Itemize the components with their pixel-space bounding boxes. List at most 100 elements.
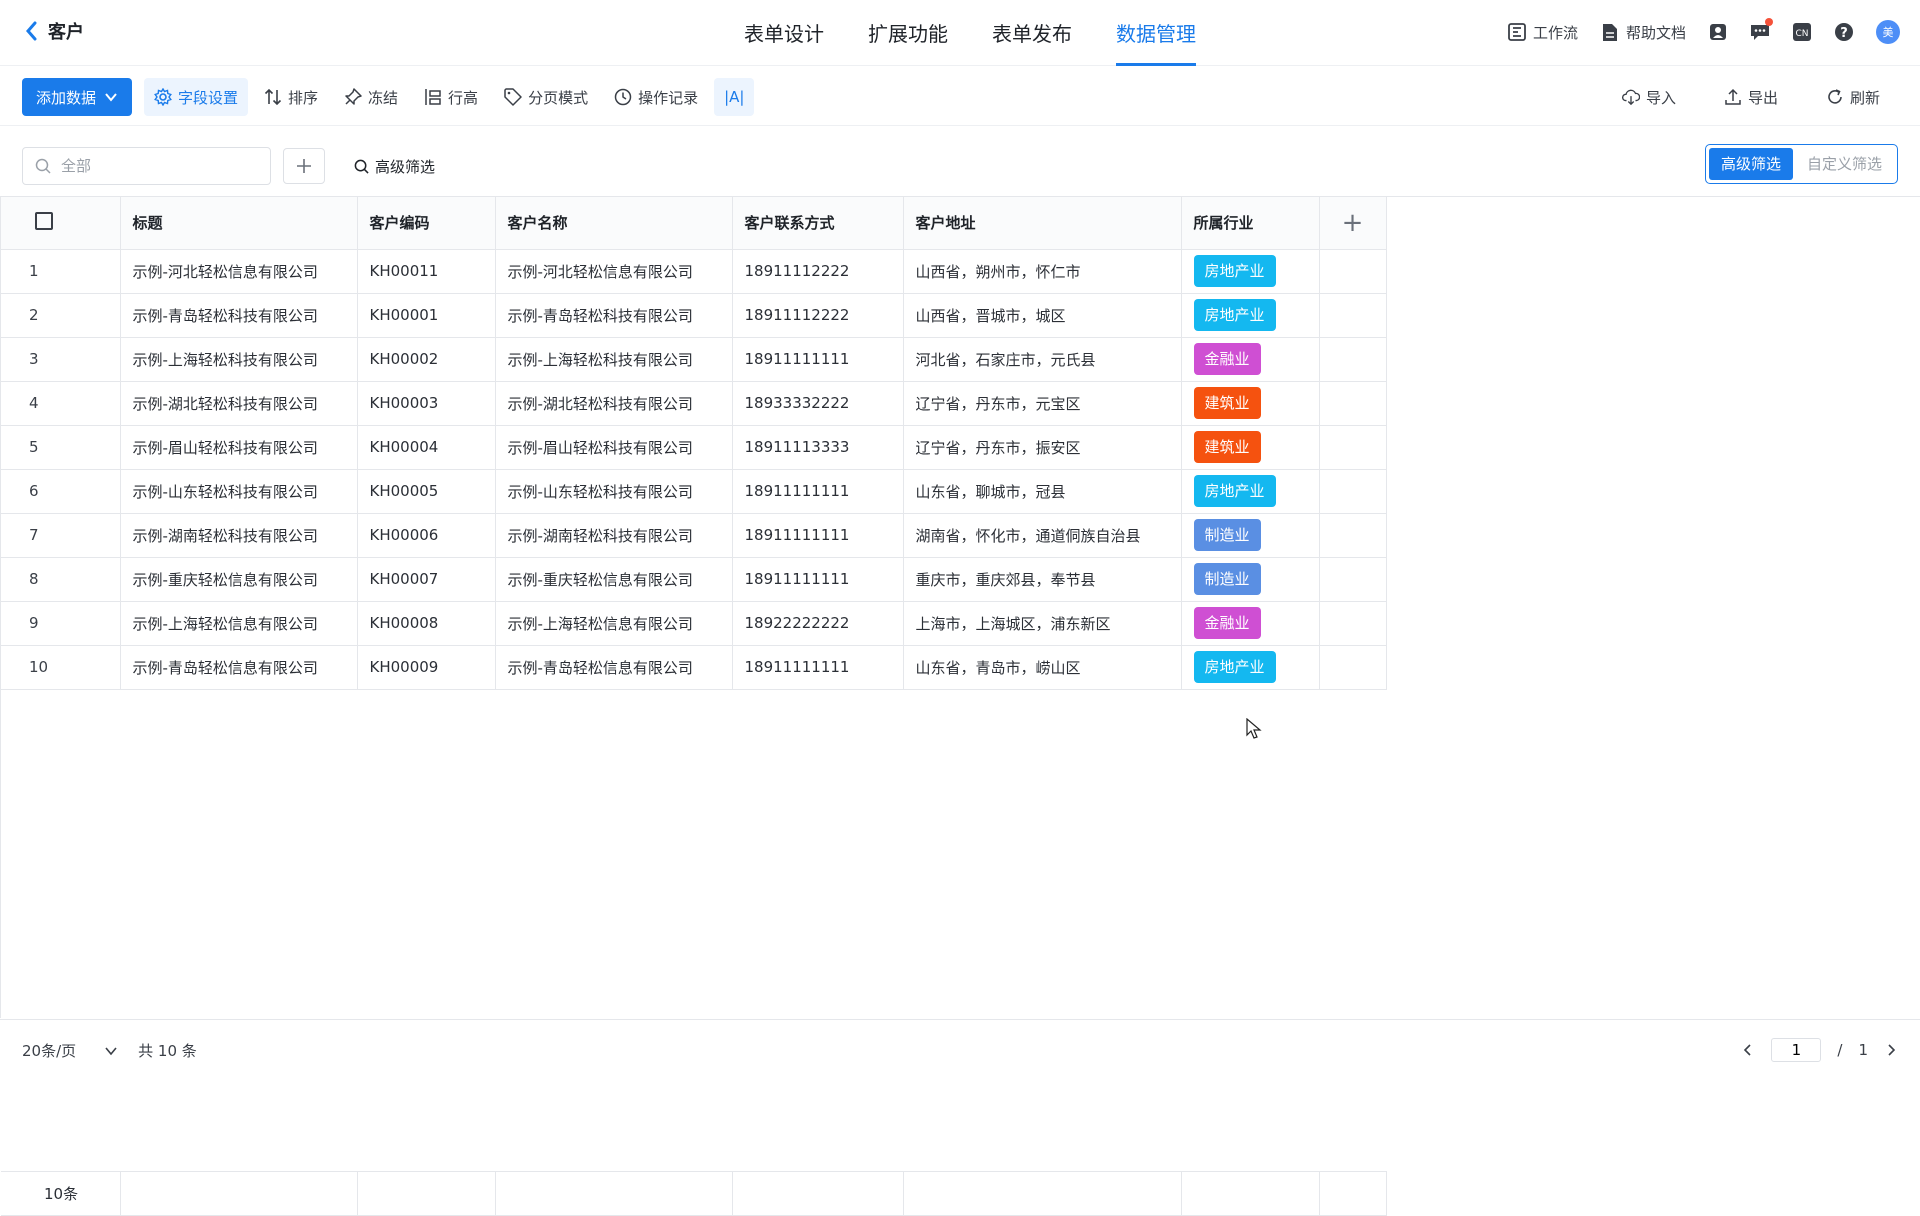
table-row[interactable]: 3 示例-上海轻松科技有限公司 KH00002 示例-上海轻松科技有限公司 189111… [1, 337, 1387, 382]
cell-title[interactable]: 示例-眉山轻松科技有限公司 [120, 425, 358, 470]
prev-page-icon[interactable] [1741, 1043, 1755, 1057]
cell-addr[interactable]: 辽宁省，丹东市，元宝区 [903, 381, 1182, 426]
import-button[interactable]: 导入 [1612, 78, 1686, 116]
table-row[interactable]: 8 示例-重庆轻松信息有限公司 KH00007 示例-重庆轻松信息有限公司 189111… [1, 557, 1387, 602]
cell-industry[interactable]: 房地产业 [1181, 469, 1320, 514]
cell-code[interactable]: KH00011 [357, 249, 496, 294]
add-data-button[interactable]: 添加数据 [22, 78, 133, 116]
add-column-button[interactable]: + [1319, 197, 1387, 250]
cell-name[interactable]: 示例-上海轻松信息有限公司 [495, 601, 733, 646]
cell-code[interactable]: KH00001 [357, 293, 496, 338]
table-row[interactable]: 6 示例-山东轻松科技有限公司 KH00005 示例-山东轻松科技有限公司 189111… [1, 469, 1387, 514]
cell-title[interactable]: 示例-上海轻松信息有限公司 [120, 601, 358, 646]
cell-addr[interactable]: 重庆市，重庆郊县，奉节县 [903, 557, 1182, 602]
back-button[interactable]: 客户 [24, 18, 84, 44]
cell-phone[interactable]: 18911112222 [732, 293, 904, 338]
cell-title[interactable]: 示例-湖南轻松科技有限公司 [120, 513, 358, 558]
column-header-address[interactable]: 客户地址 [903, 197, 1182, 250]
search-input[interactable] [61, 157, 241, 175]
table-row[interactable]: 10 示例-青岛轻松信息有限公司 KH00009 示例-青岛轻松信息有限公司 18911… [1, 645, 1387, 690]
cell-title[interactable]: 示例-青岛轻松科技有限公司 [120, 293, 358, 338]
cell-industry[interactable]: 制造业 [1181, 513, 1320, 558]
export-button[interactable]: 导出 [1714, 78, 1788, 116]
cell-title[interactable]: 示例-河北轻松信息有限公司 [120, 249, 358, 294]
cell-industry[interactable]: 房地产业 [1181, 645, 1320, 690]
cell-name[interactable]: 示例-眉山轻松科技有限公司 [495, 425, 733, 470]
cell-name[interactable]: 示例-上海轻松科技有限公司 [495, 337, 733, 382]
cell-phone[interactable]: 18911111111 [732, 645, 904, 690]
cell-phone[interactable]: 18911112222 [732, 249, 904, 294]
tab-form-publish[interactable]: 表单发布 [992, 0, 1072, 66]
cell-code[interactable]: KH00006 [357, 513, 496, 558]
cell-phone[interactable]: 18911111111 [732, 337, 904, 382]
tab-extensions[interactable]: 扩展功能 [868, 0, 948, 66]
cell-addr[interactable]: 山东省，聊城市，冠县 [903, 469, 1182, 514]
cell-code[interactable]: KH00002 [357, 337, 496, 382]
tab-form-design[interactable]: 表单设计 [744, 0, 824, 66]
cell-addr[interactable]: 上海市，上海城区，浦东新区 [903, 601, 1182, 646]
column-header-code[interactable]: 客户编码 [357, 197, 496, 250]
search-box[interactable] [22, 147, 271, 185]
cell-industry[interactable]: 房地产业 [1181, 293, 1320, 338]
chevron-down-icon[interactable] [104, 1044, 118, 1058]
row-height-button[interactable]: 行高 [414, 78, 488, 116]
op-log-button[interactable]: 操作记录 [604, 78, 708, 116]
cell-addr[interactable]: 山西省，晋城市，城区 [903, 293, 1182, 338]
cell-phone[interactable]: 18911111111 [732, 469, 904, 514]
advanced-filter-tab[interactable]: 高级筛选 [1708, 148, 1793, 180]
cell-industry[interactable]: 建筑业 [1181, 425, 1320, 470]
cell-industry[interactable]: 金融业 [1181, 601, 1320, 646]
cell-title[interactable]: 示例-湖北轻松科技有限公司 [120, 381, 358, 426]
cell-title[interactable]: 示例-上海轻松科技有限公司 [120, 337, 358, 382]
cell-phone[interactable]: 18922222222 [732, 601, 904, 646]
page-number-input[interactable] [1771, 1038, 1822, 1062]
cell-name[interactable]: 示例-重庆轻松信息有限公司 [495, 557, 733, 602]
table-row[interactable]: 7 示例-湖南轻松科技有限公司 KH00006 示例-湖南轻松科技有限公司 189111… [1, 513, 1387, 558]
cell-name[interactable]: 示例-青岛轻松科技有限公司 [495, 293, 733, 338]
page-mode-button[interactable]: 分页模式 [494, 78, 598, 116]
refresh-button[interactable]: 刷新 [1816, 78, 1890, 116]
cell-industry[interactable]: 制造业 [1181, 557, 1320, 602]
custom-filter-tab[interactable]: 自定义筛选 [1795, 148, 1894, 180]
workflow-link[interactable]: 工作流 [1507, 22, 1578, 43]
field-settings-button[interactable]: 字段设置 [144, 78, 249, 116]
cell-code[interactable]: KH00009 [357, 645, 496, 690]
cell-name[interactable]: 示例-湖南轻松科技有限公司 [495, 513, 733, 558]
cell-addr[interactable]: 山西省，朔州市，怀仁市 [903, 249, 1182, 294]
cell-name[interactable]: 示例-青岛轻松信息有限公司 [495, 645, 733, 690]
column-header-title[interactable]: 标题 [120, 197, 358, 250]
table-row[interactable]: 5 示例-眉山轻松科技有限公司 KH00004 示例-眉山轻松科技有限公司 189111… [1, 425, 1387, 470]
tab-data-management[interactable]: 数据管理 [1116, 0, 1196, 66]
cell-name[interactable]: 示例-山东轻松科技有限公司 [495, 469, 733, 514]
column-header-industry[interactable]: 所属行业 [1181, 197, 1320, 250]
cell-addr[interactable]: 河北省，石家庄市，元氏县 [903, 337, 1182, 382]
message-icon[interactable] [1750, 18, 1773, 42]
cell-industry[interactable]: 房地产业 [1181, 249, 1320, 294]
table-row[interactable]: 4 示例-湖北轻松科技有限公司 KH00003 示例-湖北轻松科技有限公司 189333… [1, 381, 1387, 426]
next-page-icon[interactable] [1884, 1043, 1898, 1057]
cell-title[interactable]: 示例-山东轻松科技有限公司 [120, 469, 358, 514]
advanced-filter-link[interactable]: 高级筛选 [354, 156, 435, 177]
table-row[interactable]: 2 示例-青岛轻松科技有限公司 KH00001 示例-青岛轻松科技有限公司 189111… [1, 293, 1387, 338]
avatar[interactable]: 美 [1876, 20, 1900, 44]
cell-addr[interactable]: 辽宁省，丹东市，振安区 [903, 425, 1182, 470]
cell-title[interactable]: 示例-青岛轻松信息有限公司 [120, 645, 358, 690]
cell-addr[interactable]: 山东省，青岛市，崂山区 [903, 645, 1182, 690]
cell-phone[interactable]: 18933332222 [732, 381, 904, 426]
cell-name[interactable]: 示例-河北轻松信息有限公司 [495, 249, 733, 294]
table-row[interactable]: 1 示例-河北轻松信息有限公司 KH00011 示例-河北轻松信息有限公司 189111… [1, 249, 1387, 294]
cell-code[interactable]: KH00004 [357, 425, 496, 470]
cell-phone[interactable]: 18911111111 [732, 557, 904, 602]
cell-phone[interactable]: 18911111111 [732, 513, 904, 558]
freeze-button[interactable]: 冻结 [334, 78, 408, 116]
cell-code[interactable]: KH00005 [357, 469, 496, 514]
cell-code[interactable]: KH00007 [357, 557, 496, 602]
sort-button[interactable]: 排序 [254, 78, 328, 116]
select-all-checkbox[interactable] [35, 211, 53, 230]
language-icon[interactable]: CN [1792, 22, 1812, 42]
cell-name[interactable]: 示例-湖北轻松科技有限公司 [495, 381, 733, 426]
table-row[interactable]: 9 示例-上海轻松信息有限公司 KH00008 示例-上海轻松信息有限公司 189222… [1, 601, 1387, 646]
cell-industry[interactable]: 建筑业 [1181, 381, 1320, 426]
text-mode-button[interactable]: |A| [714, 78, 755, 116]
column-header-phone[interactable]: 客户联系方式 [732, 197, 904, 250]
